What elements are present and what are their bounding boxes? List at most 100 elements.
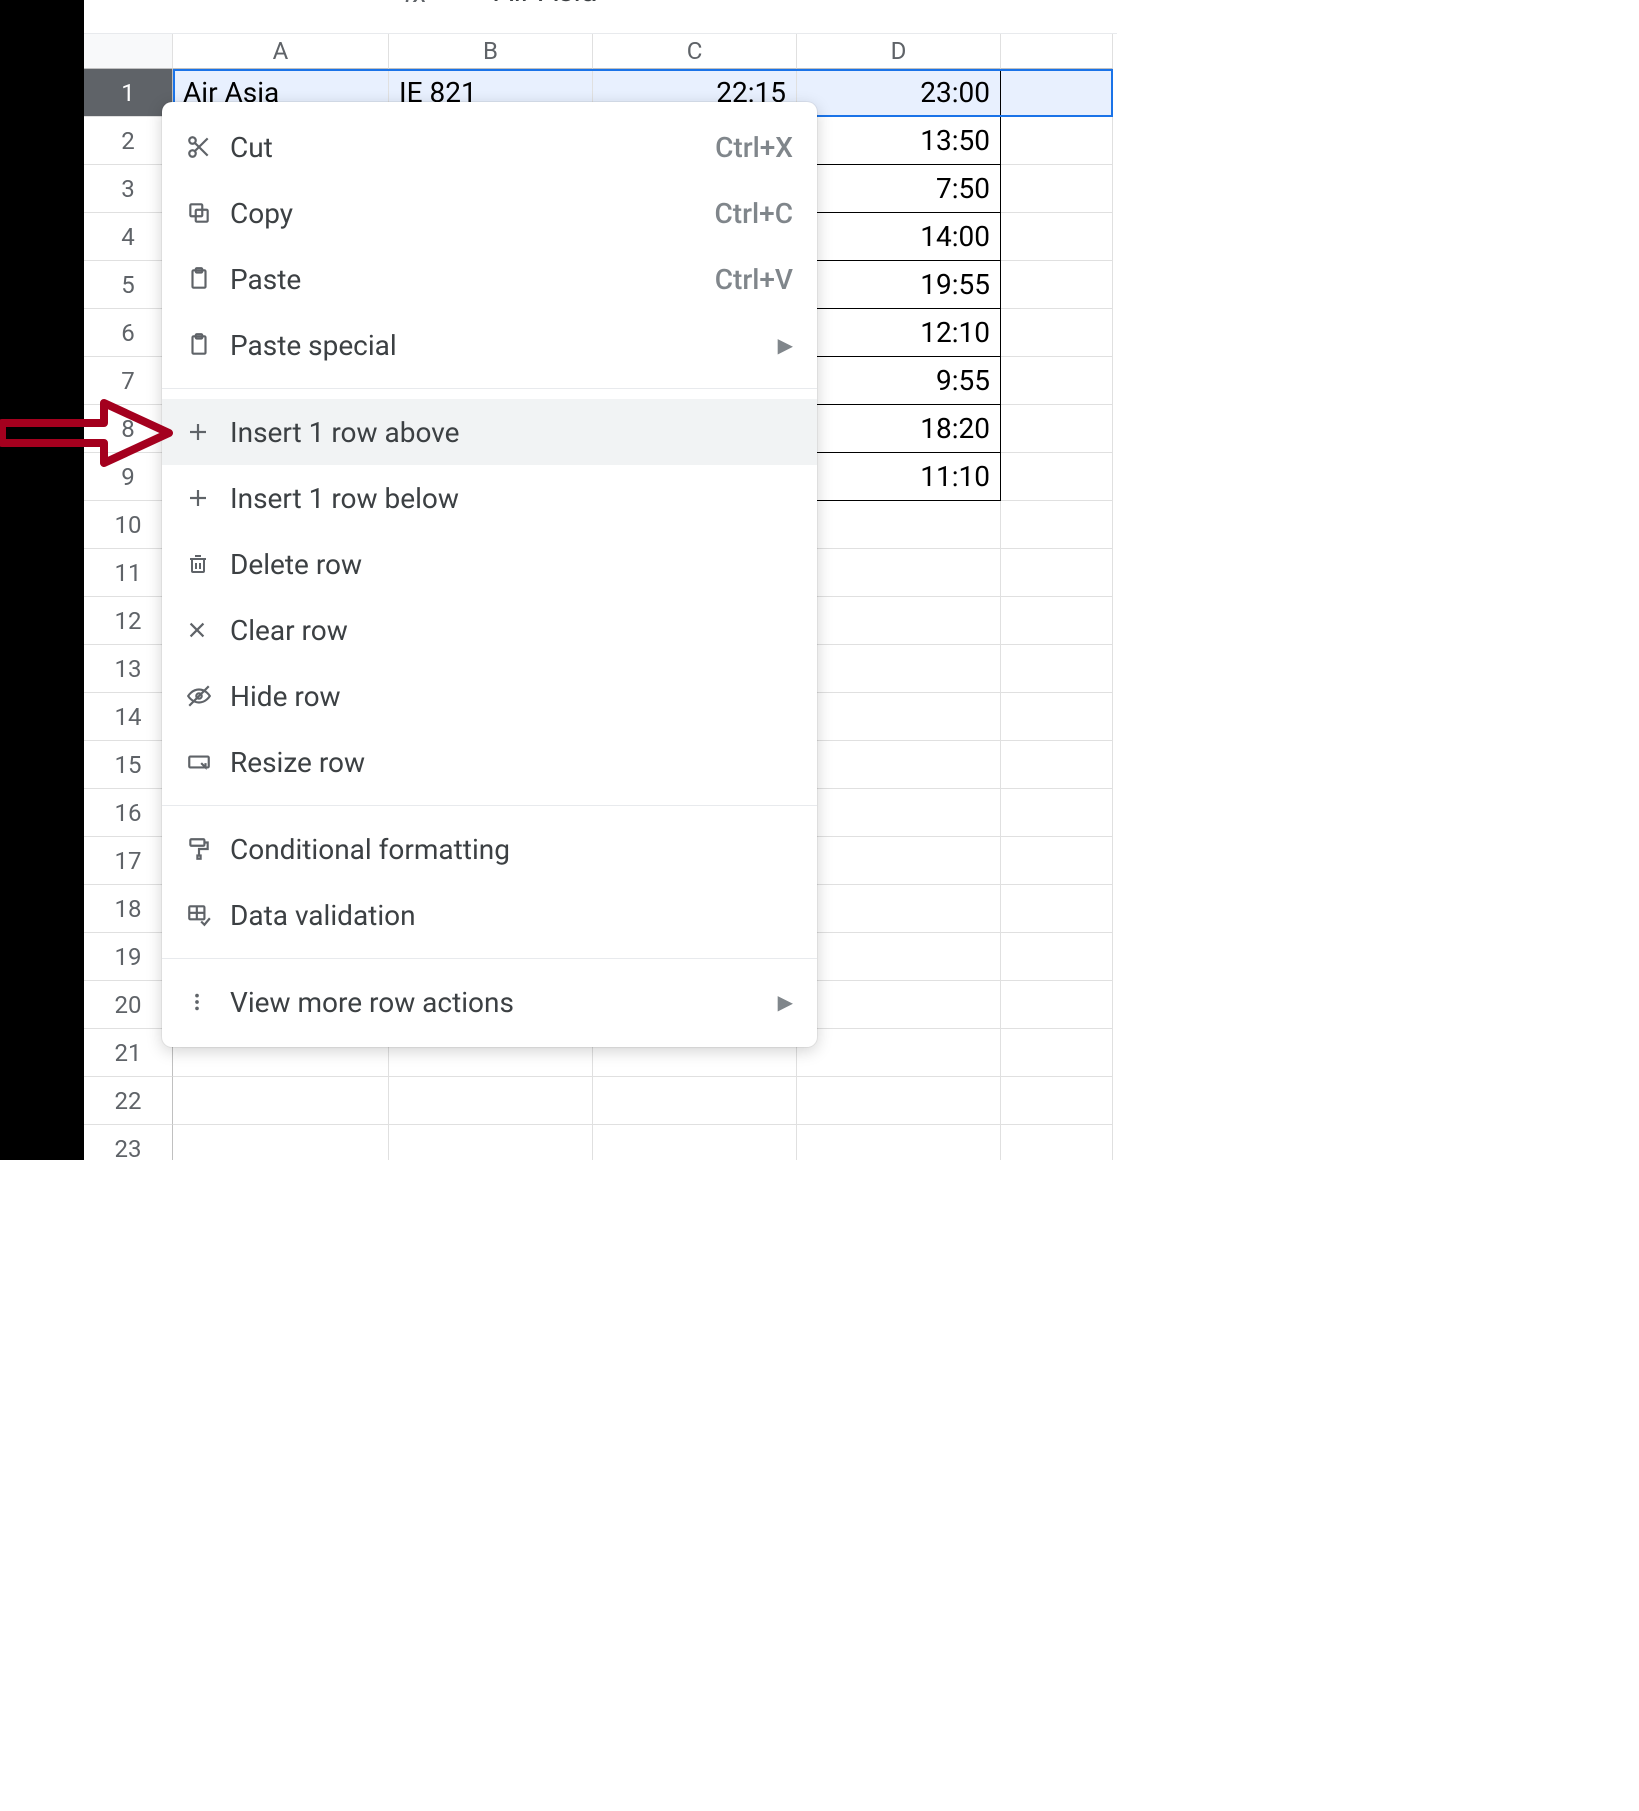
row-header[interactable]: 18 [84, 885, 173, 933]
row-header[interactable]: 14 [84, 693, 173, 741]
cell[interactable] [1001, 117, 1113, 165]
row-header[interactable]: 3 [84, 165, 173, 213]
row-header[interactable]: 19 [84, 933, 173, 981]
col-header-e[interactable] [1001, 34, 1113, 69]
select-all-corner[interactable] [84, 34, 173, 69]
cell[interactable] [1001, 837, 1113, 885]
cell[interactable] [797, 501, 1001, 549]
row-header[interactable]: 7 [84, 357, 173, 405]
cell[interactable] [1001, 309, 1113, 357]
menu-cut[interactable]: Cut Ctrl+X [162, 114, 817, 180]
menu-paste-special[interactable]: Paste special ▶ [162, 312, 817, 378]
row-header[interactable]: 12 [84, 597, 173, 645]
menu-data-validation[interactable]: Data validation [162, 882, 817, 948]
row-header[interactable]: 20 [84, 981, 173, 1029]
menu-insert-below-label: Insert 1 row below [230, 482, 793, 515]
cell[interactable] [593, 1077, 797, 1125]
row-header[interactable]: 15 [84, 741, 173, 789]
cell[interactable]: 7:50 [797, 165, 1001, 213]
cell[interactable] [1001, 453, 1113, 501]
cell[interactable] [173, 1125, 389, 1160]
col-header-c[interactable]: C [593, 34, 797, 69]
cell[interactable] [797, 933, 1001, 981]
cell[interactable] [1001, 213, 1113, 261]
cell[interactable] [1001, 885, 1113, 933]
cell[interactable] [797, 789, 1001, 837]
cell[interactable] [797, 1029, 1001, 1077]
cell[interactable] [1001, 597, 1113, 645]
col-header-d[interactable]: D [797, 34, 1001, 69]
row-header[interactable]: 16 [84, 789, 173, 837]
menu-insert-row-above[interactable]: Insert 1 row above [162, 399, 817, 465]
menu-paste[interactable]: Paste Ctrl+V [162, 246, 817, 312]
menu-delete-row[interactable]: Delete row [162, 531, 817, 597]
cell[interactable]: 18:20 [797, 405, 1001, 453]
cell[interactable] [1001, 69, 1113, 117]
menu-clear-row[interactable]: Clear row [162, 597, 817, 663]
menu-data-validation-label: Data validation [230, 899, 793, 932]
row-header[interactable]: 10 [84, 501, 173, 549]
menu-paste-shortcut: Ctrl+V [715, 263, 793, 296]
cell[interactable] [797, 1125, 1001, 1160]
row-header[interactable]: 17 [84, 837, 173, 885]
cell[interactable]: 9:55 [797, 357, 1001, 405]
cell[interactable] [1001, 501, 1113, 549]
cell[interactable] [797, 645, 1001, 693]
col-header-b[interactable]: B [389, 34, 593, 69]
cell[interactable] [1001, 741, 1113, 789]
col-header-a[interactable]: A [173, 34, 389, 69]
cell[interactable] [1001, 981, 1113, 1029]
row-header[interactable]: 11 [84, 549, 173, 597]
cell[interactable]: 11:10 [797, 453, 1001, 501]
resize-icon [186, 749, 230, 775]
cell[interactable] [797, 885, 1001, 933]
cell[interactable] [797, 693, 1001, 741]
cell[interactable] [797, 549, 1001, 597]
cell[interactable] [1001, 789, 1113, 837]
cell[interactable] [1001, 1077, 1113, 1125]
cell[interactable] [797, 597, 1001, 645]
row-header[interactable]: 5 [84, 261, 173, 309]
cell[interactable] [797, 837, 1001, 885]
menu-conditional-formatting[interactable]: Conditional formatting [162, 816, 817, 882]
cell[interactable] [173, 1077, 389, 1125]
cell[interactable]: 14:00 [797, 213, 1001, 261]
row-header[interactable]: 21 [84, 1029, 173, 1077]
cell[interactable] [389, 1077, 593, 1125]
cell[interactable] [797, 741, 1001, 789]
row-header[interactable]: 2 [84, 117, 173, 165]
row-header[interactable]: 23 [84, 1125, 173, 1160]
cell[interactable] [1001, 1125, 1113, 1160]
cell[interactable]: 12:10 [797, 309, 1001, 357]
menu-resize-row[interactable]: Resize row [162, 729, 817, 795]
menu-copy[interactable]: Copy Ctrl+C [162, 180, 817, 246]
cell[interactable] [1001, 549, 1113, 597]
cell[interactable] [1001, 1029, 1113, 1077]
row-header[interactable]: 1 [84, 69, 173, 117]
cell[interactable] [1001, 357, 1113, 405]
menu-insert-row-below[interactable]: Insert 1 row below [162, 465, 817, 531]
menu-more-actions[interactable]: View more row actions ▶ [162, 969, 817, 1035]
cell[interactable]: 13:50 [797, 117, 1001, 165]
cell[interactable] [1001, 693, 1113, 741]
row-header[interactable]: 8 [84, 405, 173, 453]
cell[interactable] [1001, 405, 1113, 453]
row-header[interactable]: 6 [84, 309, 173, 357]
cell[interactable]: 23:00 [797, 69, 1001, 117]
cell[interactable] [1001, 261, 1113, 309]
row-header[interactable]: 22 [84, 1077, 173, 1125]
cell[interactable]: 19:55 [797, 261, 1001, 309]
menu-hide-row[interactable]: Hide row [162, 663, 817, 729]
cell[interactable] [593, 1125, 797, 1160]
row-header[interactable]: 13 [84, 645, 173, 693]
cell[interactable] [1001, 645, 1113, 693]
row-header[interactable]: 9 [84, 453, 173, 501]
plus-icon [186, 420, 230, 444]
row-header[interactable]: 4 [84, 213, 173, 261]
cell[interactable] [1001, 165, 1113, 213]
cell[interactable] [389, 1125, 593, 1160]
cell[interactable] [797, 1077, 1001, 1125]
formula-value[interactable]: Air Asia [494, 0, 597, 9]
cell[interactable] [1001, 933, 1113, 981]
cell[interactable] [797, 981, 1001, 1029]
